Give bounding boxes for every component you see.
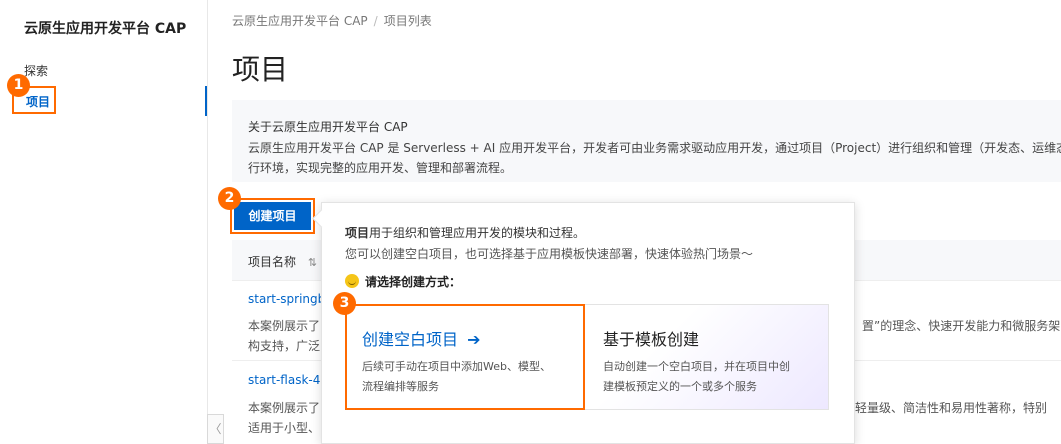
project-desc: 构支持，广泛 [248,339,321,353]
breadcrumb-current: 项目列表 [383,14,432,28]
sort-icon[interactable]: ⇅ [308,256,317,269]
sidebar-item-explore[interactable]: 探索 [24,62,48,79]
create-from-template-title[interactable]: 基于模板创建 [603,326,699,350]
option-desc: 自动创建一个空白项目，并在项目中创 [603,360,790,373]
breadcrumb-link[interactable]: 云原生应用开发平台 CAP [232,14,368,28]
breadcrumb: 云原生应用开发平台 CAP / 项目列表 [232,12,432,29]
brand-title: 云原生应用开发平台 CAP [24,21,187,37]
intro-line-2: 行环境，实现完整的应用开发、管理和部署流程。 [248,161,513,175]
create-blank-project-title[interactable]: 创建空白项目 ➔ [362,326,481,350]
option-title-text: 创建空白项目 [362,330,459,349]
create-project-button[interactable]: 创建项目 [234,202,311,230]
breadcrumb-separator: / [373,14,378,28]
intro-title: 关于云原生应用开发平台 CAP [248,120,408,134]
intro-text: 云原生应用开发平台 CAP 是 Serverless + AI 应用开发平台，开… [248,138,1061,178]
project-link[interactable]: start-springbo [248,292,333,306]
project-desc: 本案例展示了 [248,319,321,333]
intro-line-1: 云原生应用开发平台 CAP 是 Serverless + AI 应用开发平台，开… [248,141,1061,155]
project-link[interactable]: start-flask-45j [248,373,331,387]
arrow-right-icon: ➔ [467,330,481,349]
popover-intro-rest: 用于组织和管理应用开发的模块和过程。 [369,226,586,240]
popover-hint: 您可以创建空白项目，也可选择基于应用模板快速部署，快速体验热门场景～ [345,247,754,261]
choose-method-label: 请选择创建方式： [345,273,461,290]
active-indicator [205,86,207,116]
project-desc: 适用于小型、 [248,421,321,435]
sidebar-item-label: 项目 [26,95,51,109]
project-desc: 置”的理念、快速开发能力和微服务架 [862,319,1061,333]
collapse-sidebar-button[interactable]: 〈 [207,414,224,444]
option-desc: 流程编排等服务 [362,380,439,393]
step-badge-1: 1 [7,74,30,97]
popover-intro: 项目用于组织和管理应用开发的模块和过程。 [345,224,585,241]
step-badge-3: 3 [333,292,356,315]
step-badge-2: 2 [218,187,241,210]
popover-intro-bold: 项目 [345,226,370,240]
project-desc: 本案例展示了 [248,401,321,415]
option-desc: 后续可手动在项目中添加Web、模型、 [362,360,551,373]
page-title: 项目 [232,53,289,86]
smile-icon [345,274,359,288]
choose-method-text: 请选择创建方式： [365,275,462,289]
column-header-name[interactable]: 项目名称 ⇅ [248,253,317,270]
project-desc: 轻量级、简洁性和易用性著称，特别 [855,401,1048,415]
column-header-label: 项目名称 [248,255,297,269]
option-desc: 建模板预定义的一个或多个服务 [603,380,757,393]
